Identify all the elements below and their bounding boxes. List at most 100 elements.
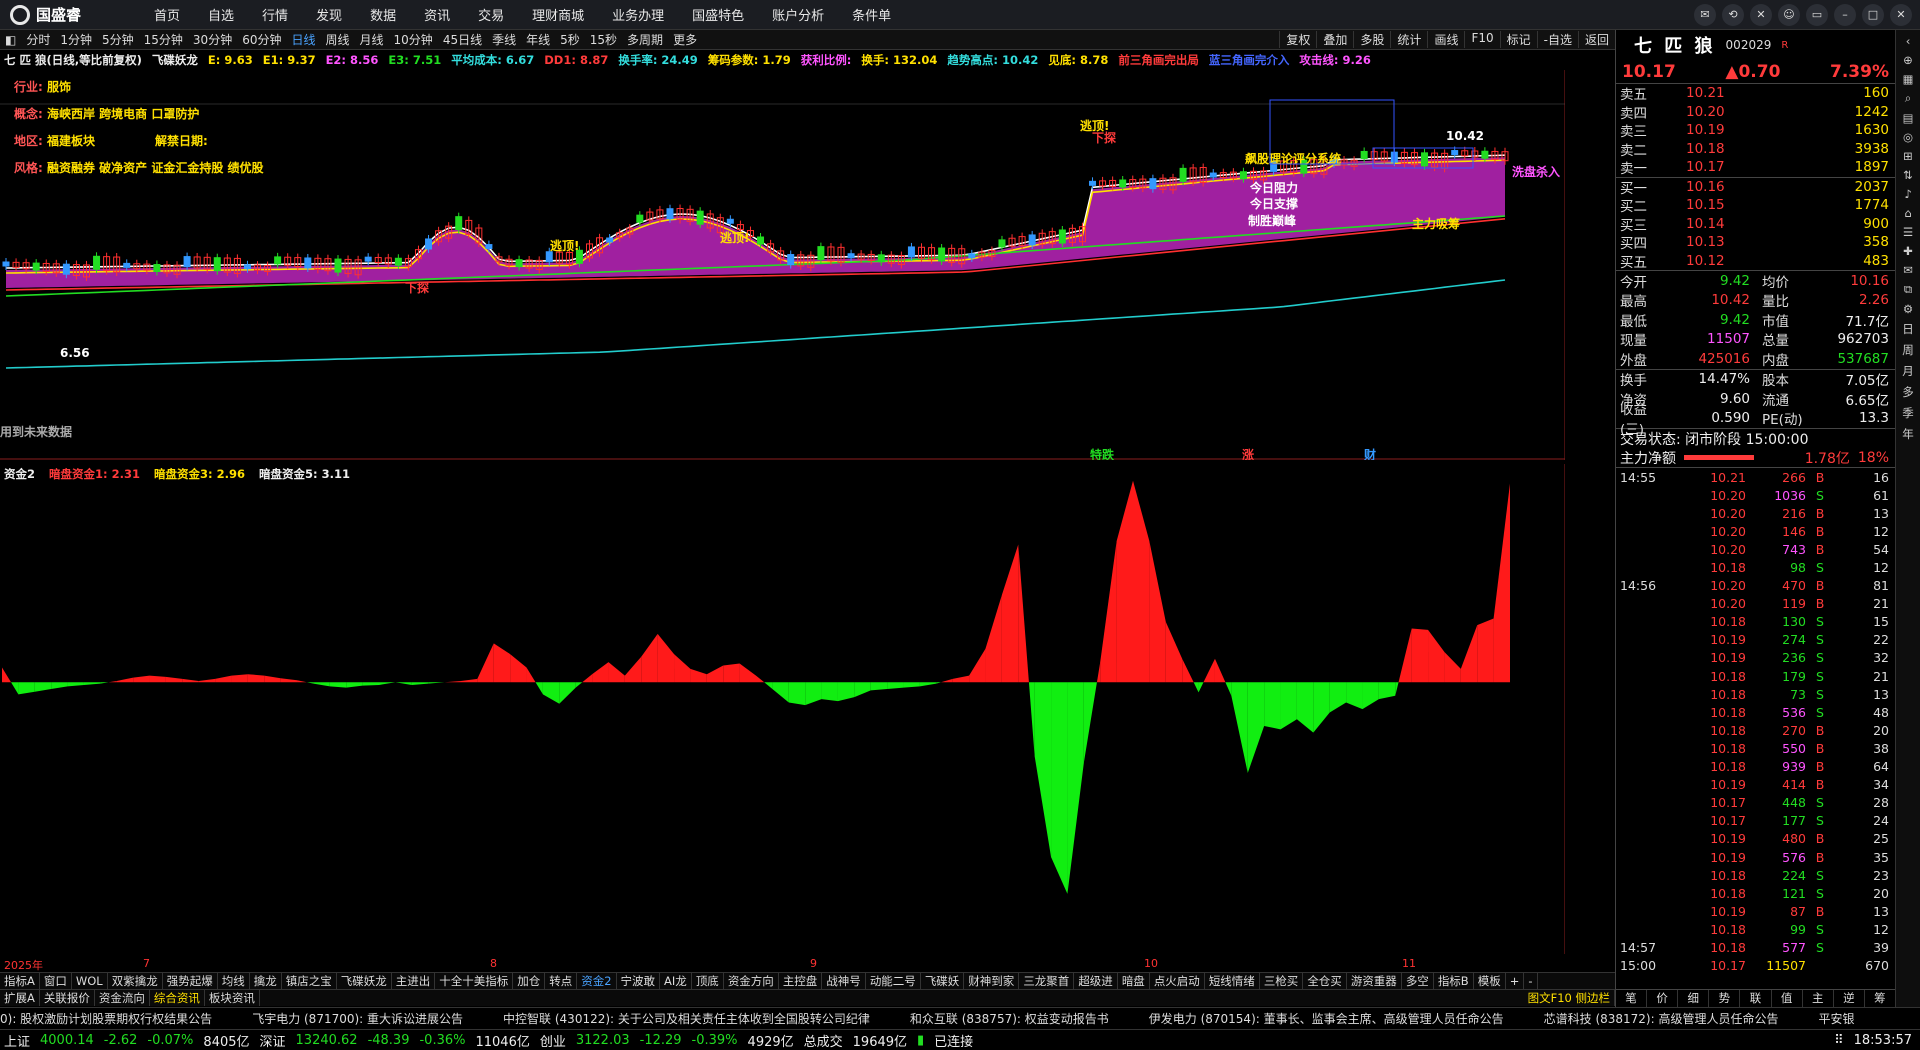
- period-9[interactable]: 10分钟: [389, 31, 438, 48]
- vertical-tab-1[interactable]: 周: [1902, 342, 1914, 358]
- chart-tool-1[interactable]: 叠加: [1316, 31, 1353, 48]
- vertical-tab-4[interactable]: 季: [1902, 405, 1914, 421]
- chart-tool-5[interactable]: F10: [1464, 31, 1499, 48]
- sidebar-toggle[interactable]: 图文F10 侧边栏: [1524, 990, 1615, 1006]
- period-3[interactable]: 15分钟: [139, 31, 188, 48]
- indicator-tab-25[interactable]: 暗盘: [1118, 973, 1150, 989]
- indicator-tab-24[interactable]: 超级进: [1074, 973, 1118, 989]
- indicator-tab-33[interactable]: 模板: [1474, 973, 1506, 989]
- indicator-tab-17[interactable]: 资金方向: [724, 973, 779, 989]
- order-book-row[interactable]: 卖五 10.21 160: [1616, 84, 1895, 103]
- news-item[interactable]: 平安银: [1818, 1010, 1854, 1027]
- indicator-tab-29[interactable]: 全仓买: [1303, 973, 1347, 989]
- stock-name[interactable]: 七 匹 狼: [1634, 32, 1716, 58]
- close-icon[interactable]: ✕: [1890, 3, 1912, 26]
- indicator-tab-14[interactable]: 宁波敢: [617, 973, 661, 989]
- period-15[interactable]: 多周期: [622, 31, 668, 48]
- menu-item-6[interactable]: 交易: [464, 5, 518, 24]
- period-7[interactable]: 周线: [321, 31, 355, 48]
- indicator-tab-6[interactable]: 擒龙: [250, 973, 282, 989]
- news-item[interactable]: 伊发电力 (870154): 董事长、监事会主席、高级管理人员任命公告: [1149, 1010, 1504, 1027]
- chart-tool-8[interactable]: 返回: [1577, 31, 1615, 48]
- side-tool-icon[interactable]: ☰: [1903, 225, 1913, 239]
- chart-tool-3[interactable]: 统计: [1390, 31, 1427, 48]
- indicator-tab-18[interactable]: 主控盘: [779, 973, 823, 989]
- quote-tab-4[interactable]: 联: [1740, 990, 1772, 1007]
- news-item[interactable]: 0): 股权激励计划股票期权行权结果公告: [0, 1010, 212, 1027]
- side-tool-icon[interactable]: ▤: [1903, 111, 1914, 125]
- chart-tool-0[interactable]: 复权: [1279, 31, 1316, 48]
- indicator-tab-3[interactable]: 双紫擒龙: [108, 973, 163, 989]
- info-tab-3[interactable]: 综合资讯: [150, 990, 205, 1006]
- period-0[interactable]: 分时: [21, 31, 55, 48]
- indicator-tab-32[interactable]: 指标B: [1434, 973, 1474, 989]
- side-tool-icon[interactable]: ⊞: [1903, 149, 1913, 163]
- info-tab-2[interactable]: 资金流向: [95, 990, 150, 1006]
- indicator-tab-16[interactable]: 顶底: [692, 973, 724, 989]
- info-tab-4[interactable]: 板块资讯: [205, 990, 260, 1006]
- menu-item-5[interactable]: 资讯: [410, 5, 464, 24]
- menu-item-9[interactable]: 国盛特色: [678, 5, 758, 24]
- indicator-tab-8[interactable]: 飞碟妖龙: [337, 973, 392, 989]
- indicator-tab-31[interactable]: 多空: [1402, 973, 1434, 989]
- indicator-tab-19[interactable]: 战神号: [822, 973, 866, 989]
- quote-tab-1[interactable]: 价: [1647, 990, 1679, 1007]
- side-tool-icon[interactable]: ⚙: [1903, 302, 1913, 316]
- info-tab-1[interactable]: 关联报价: [40, 990, 95, 1006]
- indicator-tab-15[interactable]: AI龙: [660, 973, 692, 989]
- indicator-tab-13[interactable]: 资金2: [577, 973, 617, 989]
- side-tool-icon[interactable]: ⌂: [1904, 206, 1911, 220]
- menu-item-1[interactable]: 自选: [194, 5, 248, 24]
- info-tab-0[interactable]: 扩展A: [0, 990, 40, 1006]
- news-item[interactable]: 和众互联 (838757): 权益变动报告书: [910, 1010, 1109, 1027]
- app-logo[interactable]: 国盛睿: [0, 4, 140, 25]
- fund-flow-chart[interactable]: 3.002.502.001.501.000.500.00-0.50-1.00-1…: [0, 464, 1565, 954]
- period-13[interactable]: 5秒: [555, 31, 585, 48]
- period-8[interactable]: 月线: [355, 31, 389, 48]
- indicator-tab-26[interactable]: 点火启动: [1150, 973, 1205, 989]
- side-tool-icon[interactable]: ✉: [1903, 263, 1913, 277]
- indicator-tab-21[interactable]: 飞碟妖: [921, 973, 965, 989]
- order-book-row[interactable]: 买四 10.13 358: [1616, 233, 1895, 252]
- period-6[interactable]: 日线: [286, 31, 320, 48]
- side-tool-icon[interactable]: ⌕: [1905, 91, 1911, 106]
- indicator-tab-22[interactable]: 财神到家: [964, 973, 1020, 989]
- side-tool-icon[interactable]: ◎: [1903, 130, 1913, 144]
- menu-item-11[interactable]: 条件单: [838, 5, 905, 24]
- indicator-tab-27[interactable]: 短线情绪: [1205, 973, 1260, 989]
- maximize-icon[interactable]: □: [1862, 3, 1884, 26]
- sz-index-label[interactable]: 深证: [260, 1031, 286, 1050]
- history-icon[interactable]: ⟲: [1722, 3, 1744, 26]
- side-tool-icon[interactable]: ‹: [1906, 34, 1911, 48]
- skin-icon[interactable]: ▭: [1806, 3, 1828, 26]
- quote-tab-3[interactable]: 势: [1709, 990, 1741, 1007]
- period-5[interactable]: 60分钟: [237, 31, 286, 48]
- tick-list[interactable]: 14:55 10.21 266 B 16 10.20 1036 S 61 10.20 216 B 13 1…: [1616, 468, 1895, 975]
- grid-icon[interactable]: ⠿: [1834, 1033, 1844, 1048]
- indicator-tab-7[interactable]: 镇店之宝: [282, 973, 337, 989]
- minimize-icon[interactable]: –: [1834, 3, 1856, 26]
- menu-item-3[interactable]: 发现: [302, 5, 356, 24]
- menu-item-0[interactable]: 首页: [140, 5, 194, 24]
- news-item[interactable]: 中控智联 (430122): 关于公司及相关责任主体收到全国股转公司纪律: [503, 1010, 870, 1027]
- chart-tool-7[interactable]: -自选: [1536, 31, 1578, 48]
- menu-item-2[interactable]: 行情: [248, 5, 302, 24]
- period-1[interactable]: 1分钟: [55, 31, 97, 48]
- chart-tool-2[interactable]: 多股: [1353, 31, 1390, 48]
- indicator-tab-30[interactable]: 游资重器: [1347, 973, 1402, 989]
- period-14[interactable]: 15秒: [585, 31, 622, 48]
- order-book-row[interactable]: 卖三 10.19 1630: [1616, 121, 1895, 140]
- order-book-row[interactable]: 买五 10.12 483: [1616, 252, 1895, 271]
- indicator-tab-11[interactable]: 加仓: [513, 973, 546, 989]
- side-tool-icon[interactable]: ⊕: [1903, 53, 1913, 67]
- side-tool-icon[interactable]: ⧉: [1904, 282, 1912, 297]
- indicator-tab-34[interactable]: +: [1506, 973, 1525, 989]
- sh-index-label[interactable]: 上证: [4, 1031, 30, 1050]
- news-item[interactable]: 芯谱科技 (838172): 高级管理人员任命公告: [1544, 1010, 1779, 1027]
- tools-icon[interactable]: ✕: [1750, 3, 1772, 26]
- side-tool-icon[interactable]: ⇅: [1903, 168, 1913, 182]
- quote-tab-6[interactable]: 主: [1803, 990, 1834, 1007]
- vertical-tab-3[interactable]: 多: [1902, 384, 1914, 400]
- message-icon[interactable]: ✉: [1694, 3, 1716, 26]
- indicator-tab-9[interactable]: 主进出: [392, 973, 436, 989]
